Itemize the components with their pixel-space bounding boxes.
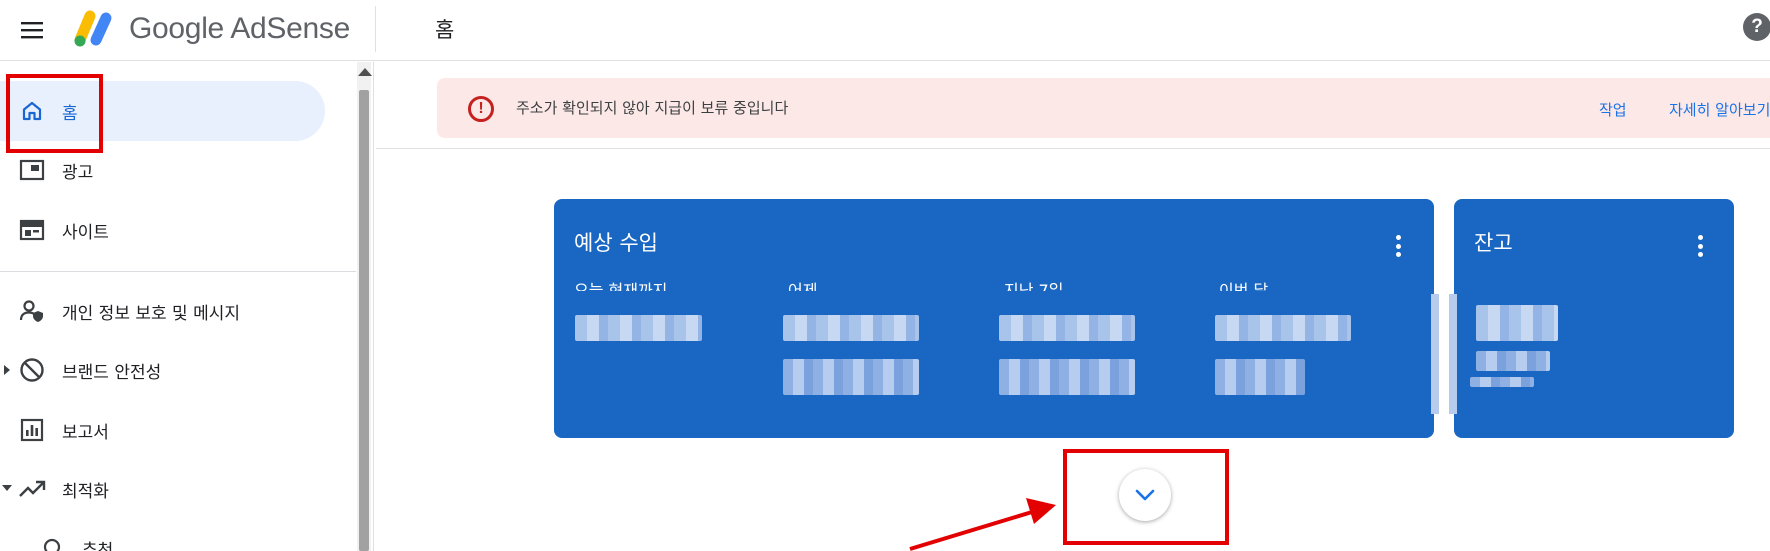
header-divider — [375, 6, 376, 52]
balance-card: 잔고 — [1449, 199, 1734, 438]
error-icon: ! — [468, 96, 494, 122]
trending-up-icon — [18, 475, 46, 503]
card-title: 예상 수입 — [574, 231, 658, 255]
sidebar-item-label: 브랜드 안전성 — [62, 362, 162, 383]
alert-action-link[interactable]: 작업 — [1599, 99, 1627, 120]
sidebar-item-label: 개인 정보 보호 및 메시지 — [62, 303, 241, 324]
sidebar-item-brand-safety[interactable]: 브랜드 안전성 — [0, 340, 325, 400]
redacted-change-last-7-days — [999, 359, 1135, 395]
alert-learn-more-link[interactable]: 자세히 알아보기 — [1669, 99, 1770, 120]
chevron-down-icon — [1135, 489, 1155, 501]
redacted-balance-value — [1476, 305, 1558, 341]
card-carousel-separator — [1431, 294, 1439, 414]
page-title: 홈 — [435, 18, 455, 42]
sidebar-item-label: 보고서 — [62, 422, 109, 443]
adsense-logo-icon — [74, 10, 112, 47]
sidebar-item-sites[interactable]: 사이트 — [0, 200, 325, 260]
sidebar-item-label: 추천 — [82, 540, 114, 551]
sidebar-item-optimization[interactable]: 최적화 — [0, 459, 325, 519]
lightbulb-icon — [38, 534, 66, 551]
metric-label-last-7-days: 지난 7일 — [1004, 281, 1064, 291]
redacted-value-this-month — [1215, 315, 1351, 341]
sidebar-item-label: 최적화 — [62, 481, 109, 502]
brand-name: Google AdSense — [129, 12, 350, 45]
annotation-box-home — [6, 74, 103, 153]
redacted-change-yesterday — [783, 359, 919, 395]
sidebar-item-reports[interactable]: 보고서 — [0, 400, 325, 460]
sidebar-item-privacy-messaging[interactable]: 개인 정보 보호 및 메시지 — [0, 281, 325, 341]
redacted-value-yesterday — [783, 315, 919, 341]
metric-label-today: 오늘 현재까지 — [574, 281, 668, 291]
redacted-balance-detail — [1476, 351, 1550, 371]
estimated-earnings-card: 예상 수입 오늘 현재까지 어제 지난 7일 이번 달 — [554, 199, 1439, 438]
sidebar-scrollbar-thumb[interactable] — [359, 90, 369, 551]
metric-label-this-month: 이번 달 — [1219, 281, 1269, 291]
payment-hold-alert: ! 주소가 확인되지 않아 지급이 보류 중입니다 작업 자세히 알아보기 — [437, 78, 1770, 138]
hamburger-menu-icon — [21, 22, 43, 39]
alert-divider — [376, 148, 1770, 149]
sidebar-divider — [0, 271, 356, 272]
redacted-change-this-month — [1215, 359, 1305, 395]
more-options-icon[interactable] — [1697, 235, 1703, 257]
reports-icon — [18, 416, 46, 444]
more-options-icon[interactable] — [1395, 235, 1401, 257]
redacted-value-today — [575, 315, 702, 341]
card-title: 잔고 — [1474, 231, 1513, 255]
ads-icon — [18, 156, 46, 184]
sites-icon — [18, 216, 46, 244]
privacy-icon — [18, 297, 46, 325]
caret-down-icon — [2, 485, 12, 491]
sidebar-item-recommendations[interactable]: 추천 — [20, 518, 345, 551]
card-carousel-separator — [1449, 294, 1457, 414]
scroll-up-arrow-icon[interactable] — [358, 68, 372, 76]
redacted-value-last-7-days — [999, 315, 1135, 341]
top-app-bar: Google AdSense 홈 ? — [0, 0, 1770, 61]
redacted-balance-subtext — [1470, 377, 1534, 387]
help-icon[interactable]: ? — [1743, 13, 1770, 41]
expand-cards-button[interactable] — [1119, 469, 1171, 521]
caret-right-icon — [4, 365, 10, 375]
annotation-arrow-icon — [909, 498, 1056, 551]
main-menu-button[interactable] — [14, 12, 50, 48]
metric-label-yesterday: 어제 — [788, 281, 818, 291]
alert-message: 주소가 확인되지 않아 지급이 보류 중입니다 — [516, 99, 789, 117]
sidebar-item-label: 광고 — [62, 162, 94, 183]
block-icon — [18, 356, 46, 384]
sidebar-item-label: 사이트 — [62, 222, 109, 243]
